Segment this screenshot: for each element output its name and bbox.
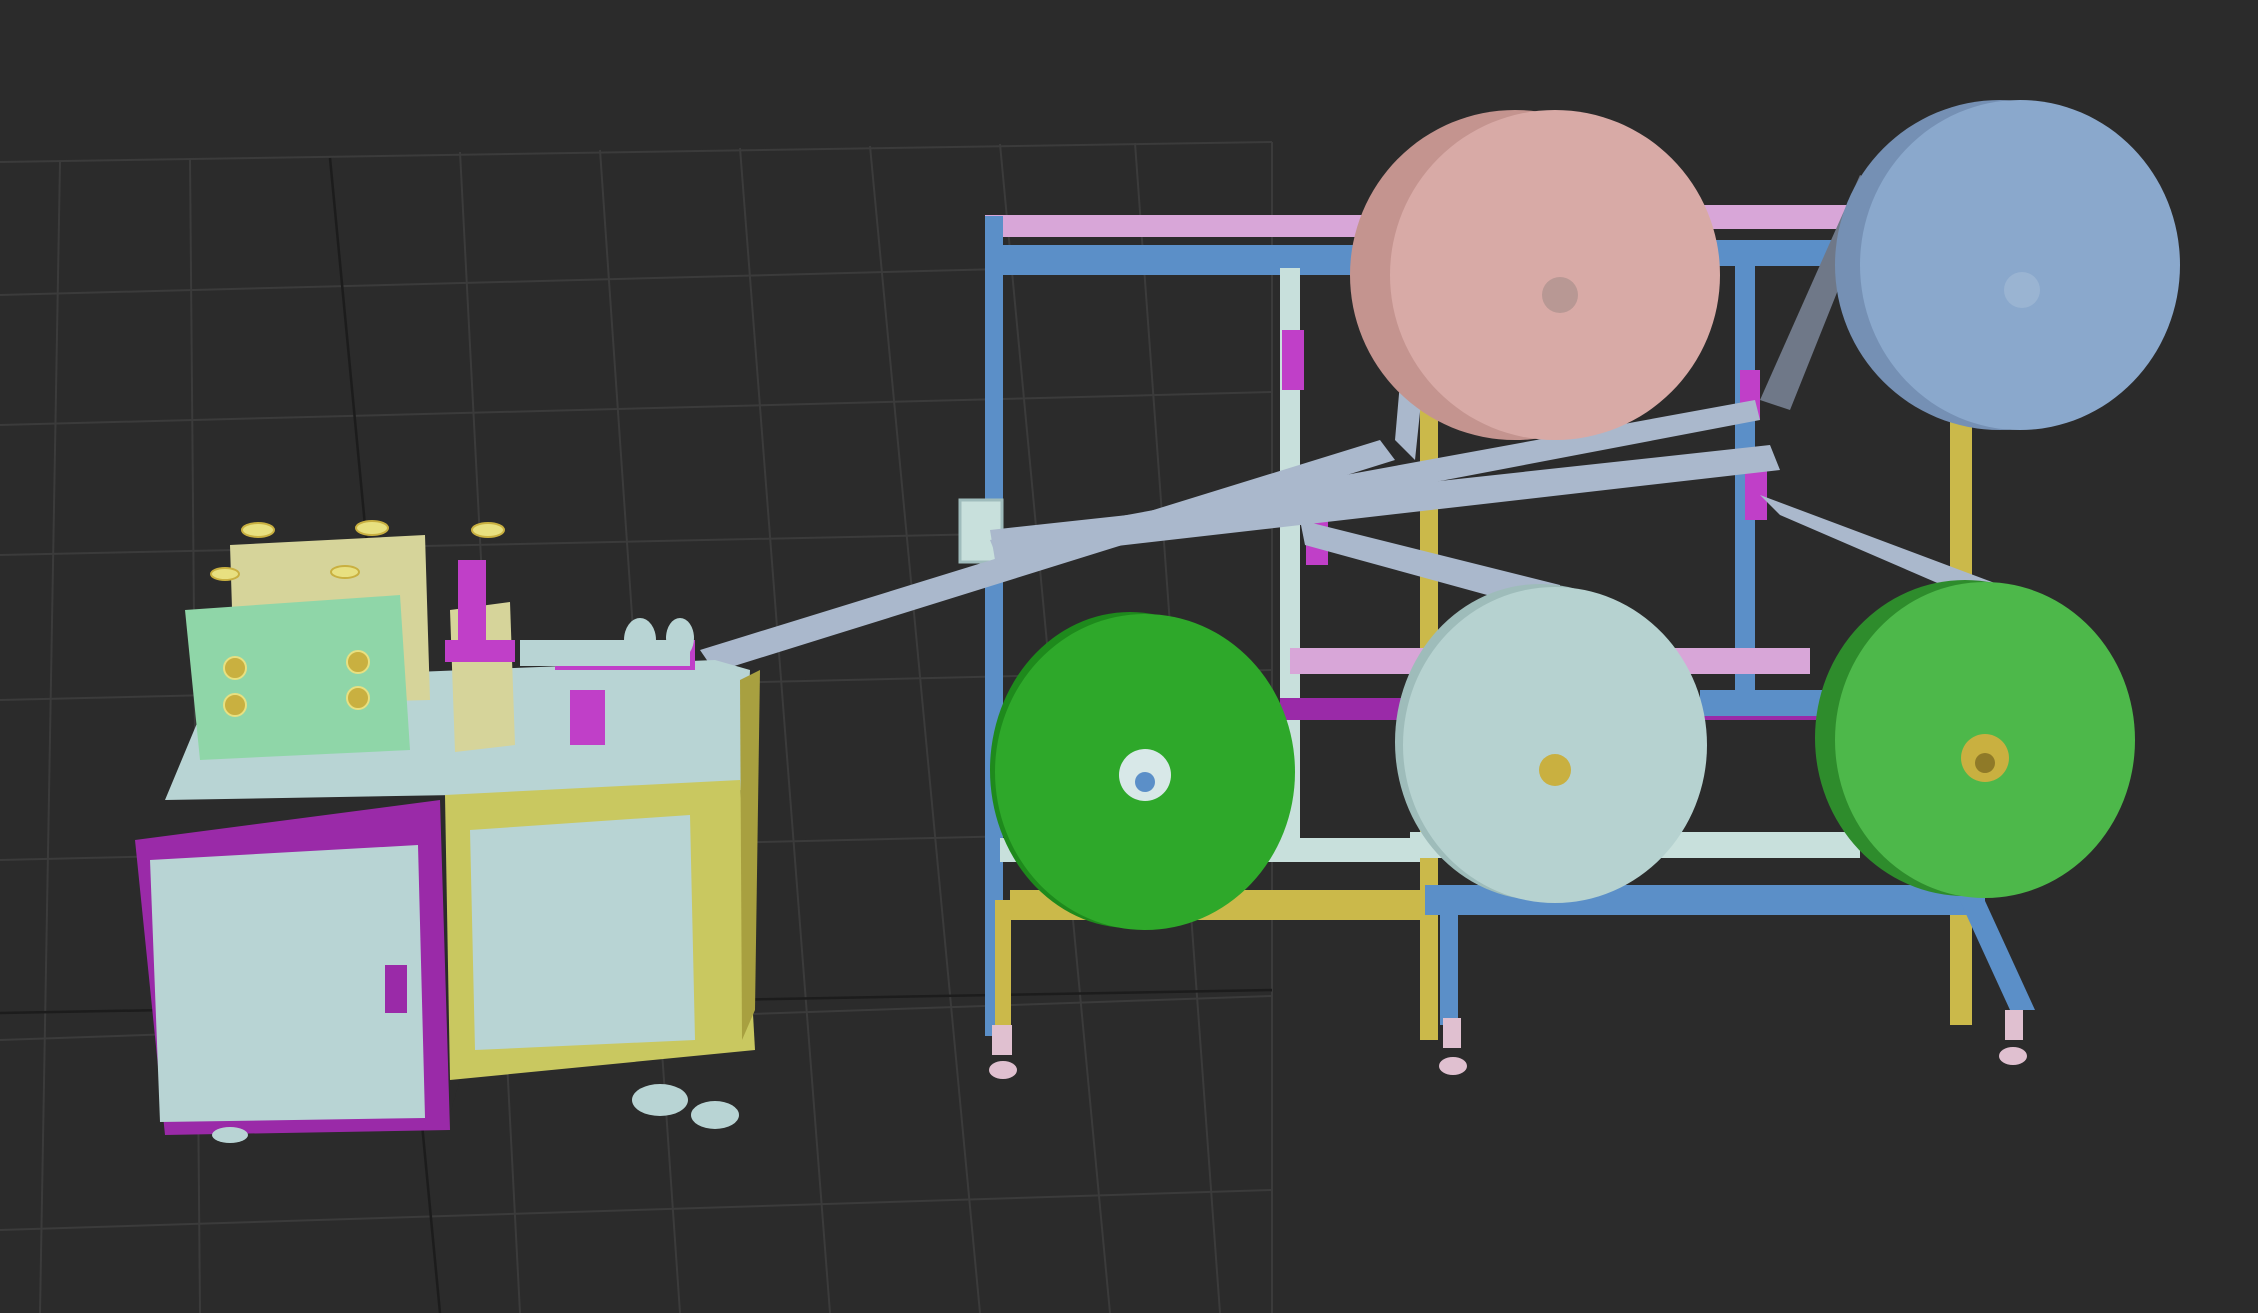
- roll-top-pink: [1350, 110, 1720, 440]
- roll-bottom-green-light: [1815, 580, 2135, 898]
- cabinet-handle: [385, 965, 407, 1013]
- 3d-viewport[interactable]: [0, 0, 2258, 1313]
- roll-bottom-green-dark: [990, 612, 1295, 930]
- roll-bottom-white: [1395, 584, 1707, 903]
- roll-top-blue: [1835, 100, 2180, 430]
